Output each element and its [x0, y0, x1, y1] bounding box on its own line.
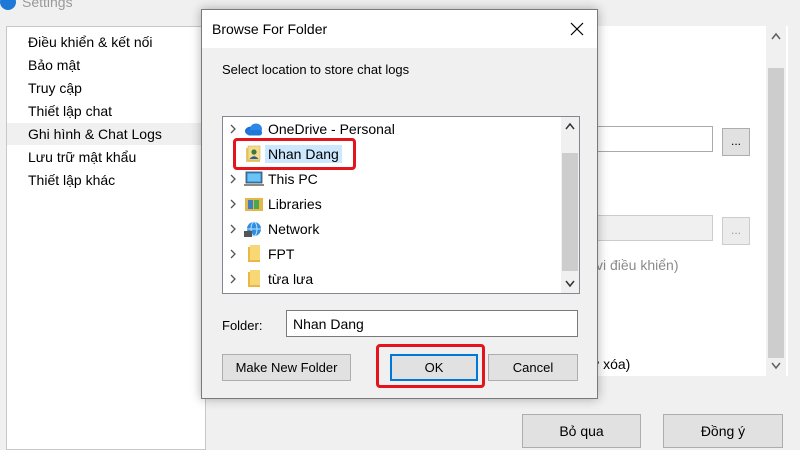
- tree-item-network[interactable]: Network: [223, 217, 319, 241]
- chevron-right-icon[interactable]: [229, 224, 237, 234]
- partial-option-text: vi điều khiển): [596, 257, 679, 273]
- tree-scroll-thumb[interactable]: [562, 153, 578, 271]
- chevron-right-icon[interactable]: [229, 274, 237, 284]
- settings-title: Settings: [22, 0, 73, 10]
- scroll-down-icon[interactable]: [771, 362, 781, 370]
- chevron-right-icon[interactable]: [229, 199, 237, 209]
- browse-folder-dialog: Browse For Folder Select location to sto…: [201, 9, 598, 399]
- sidebar-item-other-settings[interactable]: Thiết lập khác: [28, 169, 115, 191]
- sidebar-item-password-storage[interactable]: Lưu trữ mật khẩu: [28, 146, 136, 168]
- sidebar-item-chat-settings[interactable]: Thiết lập chat: [28, 100, 112, 122]
- agree-button[interactable]: Đồng ý: [663, 414, 783, 448]
- tree-item-this-pc[interactable]: This PC: [223, 167, 318, 191]
- sidebar-item-access[interactable]: Truy cập: [28, 77, 82, 99]
- tree-item-libraries[interactable]: Libraries: [223, 192, 322, 216]
- tree-item-label: Libraries: [268, 196, 322, 212]
- sidebar-item-control-connection[interactable]: Điều khiển & kết nối: [28, 31, 153, 53]
- settings-titlebar: Settings: [0, 0, 73, 12]
- recording-path-input: [590, 215, 713, 241]
- annotation-highlight-ok: [376, 344, 485, 388]
- tree-scrollbar[interactable]: [561, 117, 579, 293]
- chevron-right-icon[interactable]: [229, 124, 237, 134]
- chevron-down-icon: [565, 280, 575, 288]
- tree-item-tua-lua[interactable]: từa lưa: [223, 267, 313, 291]
- settings-content-pane: [598, 26, 788, 376]
- tree-item-label: Network: [268, 221, 320, 237]
- folder-label: Folder:: [222, 318, 263, 333]
- settings-scroll-thumb[interactable]: [768, 68, 784, 358]
- tree-item-label: từa lưa: [268, 271, 314, 287]
- tree-item-label: FPT: [268, 246, 295, 262]
- network-icon: [244, 221, 261, 237]
- close-icon: [570, 22, 584, 36]
- dialog-titlebar: Browse For Folder: [202, 10, 597, 48]
- log-path-input[interactable]: [590, 126, 713, 152]
- folder-icon: [248, 270, 260, 287]
- dialog-instruction: Select location to store chat logs: [222, 62, 410, 77]
- settings-scrollbar[interactable]: [766, 26, 786, 376]
- folder-icon: [248, 245, 260, 262]
- computer-icon: [244, 171, 264, 186]
- tree-item-label: OneDrive - Personal: [268, 121, 395, 137]
- app-logo-icon: [0, 0, 16, 10]
- annotation-highlight-nhan-dang: [233, 138, 356, 170]
- cancel-button[interactable]: Cancel: [488, 354, 578, 381]
- cloud-icon: [245, 123, 262, 136]
- browse-recording-path-button: ...: [722, 217, 750, 245]
- chevron-right-icon[interactable]: [229, 174, 237, 184]
- browse-log-path-button[interactable]: ...: [722, 128, 750, 156]
- settings-sidebar: Điều khiển & kết nối Bảo mật Truy cập Th…: [6, 26, 206, 450]
- tree-item-label: This PC: [268, 171, 318, 187]
- skip-button[interactable]: Bỏ qua: [522, 414, 641, 448]
- chevron-up-icon: [565, 122, 575, 130]
- tree-item-fpt[interactable]: FPT: [223, 242, 294, 266]
- scroll-up-icon[interactable]: [771, 32, 781, 40]
- close-button[interactable]: [557, 10, 597, 48]
- folder-input[interactable]: [286, 310, 578, 337]
- sidebar-item-security[interactable]: Bảo mật: [28, 54, 80, 76]
- make-new-folder-button[interactable]: Make New Folder: [222, 354, 351, 381]
- dialog-title: Browse For Folder: [212, 21, 328, 37]
- tree-scroll-up[interactable]: [561, 117, 579, 135]
- tree-scroll-down[interactable]: [561, 275, 579, 293]
- libraries-icon: [245, 198, 263, 211]
- sidebar-item-recording-chat-logs[interactable]: Ghi hình & Chat Logs: [7, 123, 205, 145]
- chevron-right-icon[interactable]: [229, 249, 237, 259]
